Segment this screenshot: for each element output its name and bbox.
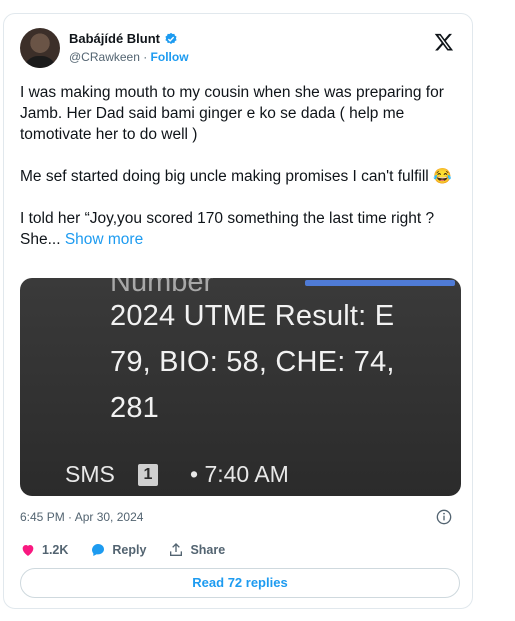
reply-button[interactable]: Reply [90, 542, 146, 558]
x-logo-icon[interactable] [434, 32, 454, 52]
follow-button[interactable]: Follow [151, 50, 189, 64]
author-handle[interactable]: @CRawkeen [69, 50, 140, 64]
tweet-timestamp[interactable]: 6:45 PM · Apr 30, 2024 [20, 510, 143, 524]
media-faded-line: Number [110, 278, 214, 298]
info-icon[interactable] [436, 509, 452, 525]
read-replies-button[interactable]: Read 72 replies [20, 568, 460, 598]
handle-separator: · [139, 50, 151, 64]
tweet-paragraph-text: Me sef started doing big uncle making pr… [20, 168, 429, 185]
verified-badge-icon [165, 32, 177, 44]
laughing-emoji-icon: 😂 [433, 168, 452, 185]
tweet-paragraph: I was making mouth to my cousin when she… [20, 84, 444, 143]
tweet-media-image[interactable]: Number 2024 UTME Result: E 79, BIO: 58, … [20, 278, 461, 496]
media-sms-time: • 7:40 AM [190, 461, 289, 487]
share-button[interactable]: Share [168, 542, 225, 558]
like-count: 1.2K [42, 543, 69, 557]
author-display-name[interactable]: Babájídé Blunt [69, 31, 160, 46]
sim-icon: 1 [138, 464, 158, 486]
like-button[interactable]: 1.2K [20, 542, 68, 558]
share-label: Share [190, 543, 226, 557]
media-result-line: 281 [110, 392, 159, 424]
media-sms-label: SMS [65, 461, 115, 487]
tweet-actions-bar: 1.2K Reply Share [20, 542, 247, 558]
show-more-link[interactable]: Show more [65, 231, 143, 248]
tweet-text: I was making mouth to my cousin when she… [20, 82, 460, 250]
reply-bubble-icon [92, 544, 105, 556]
author-name-row: Babájídé Blunt [69, 31, 178, 46]
share-icon [170, 543, 183, 556]
heart-icon [22, 545, 34, 556]
tweet-paragraph: Me sef started doing big uncle making pr… [20, 166, 460, 187]
tweet-card: Babájídé Blunt @CRawkeen · Follow I was … [3, 13, 473, 609]
media-result-line: 2024 UTME Result: E [110, 300, 395, 332]
avatar[interactable] [20, 28, 60, 68]
reply-label: Reply [112, 543, 147, 557]
tweet-paragraph: I told her “Joy,you scored 170 something… [20, 208, 460, 250]
media-result-line: 79, BIO: 58, CHE: 74, [110, 346, 395, 378]
media-link-underline [305, 280, 455, 286]
author-handle-row: @CRawkeen · Follow [69, 50, 189, 64]
